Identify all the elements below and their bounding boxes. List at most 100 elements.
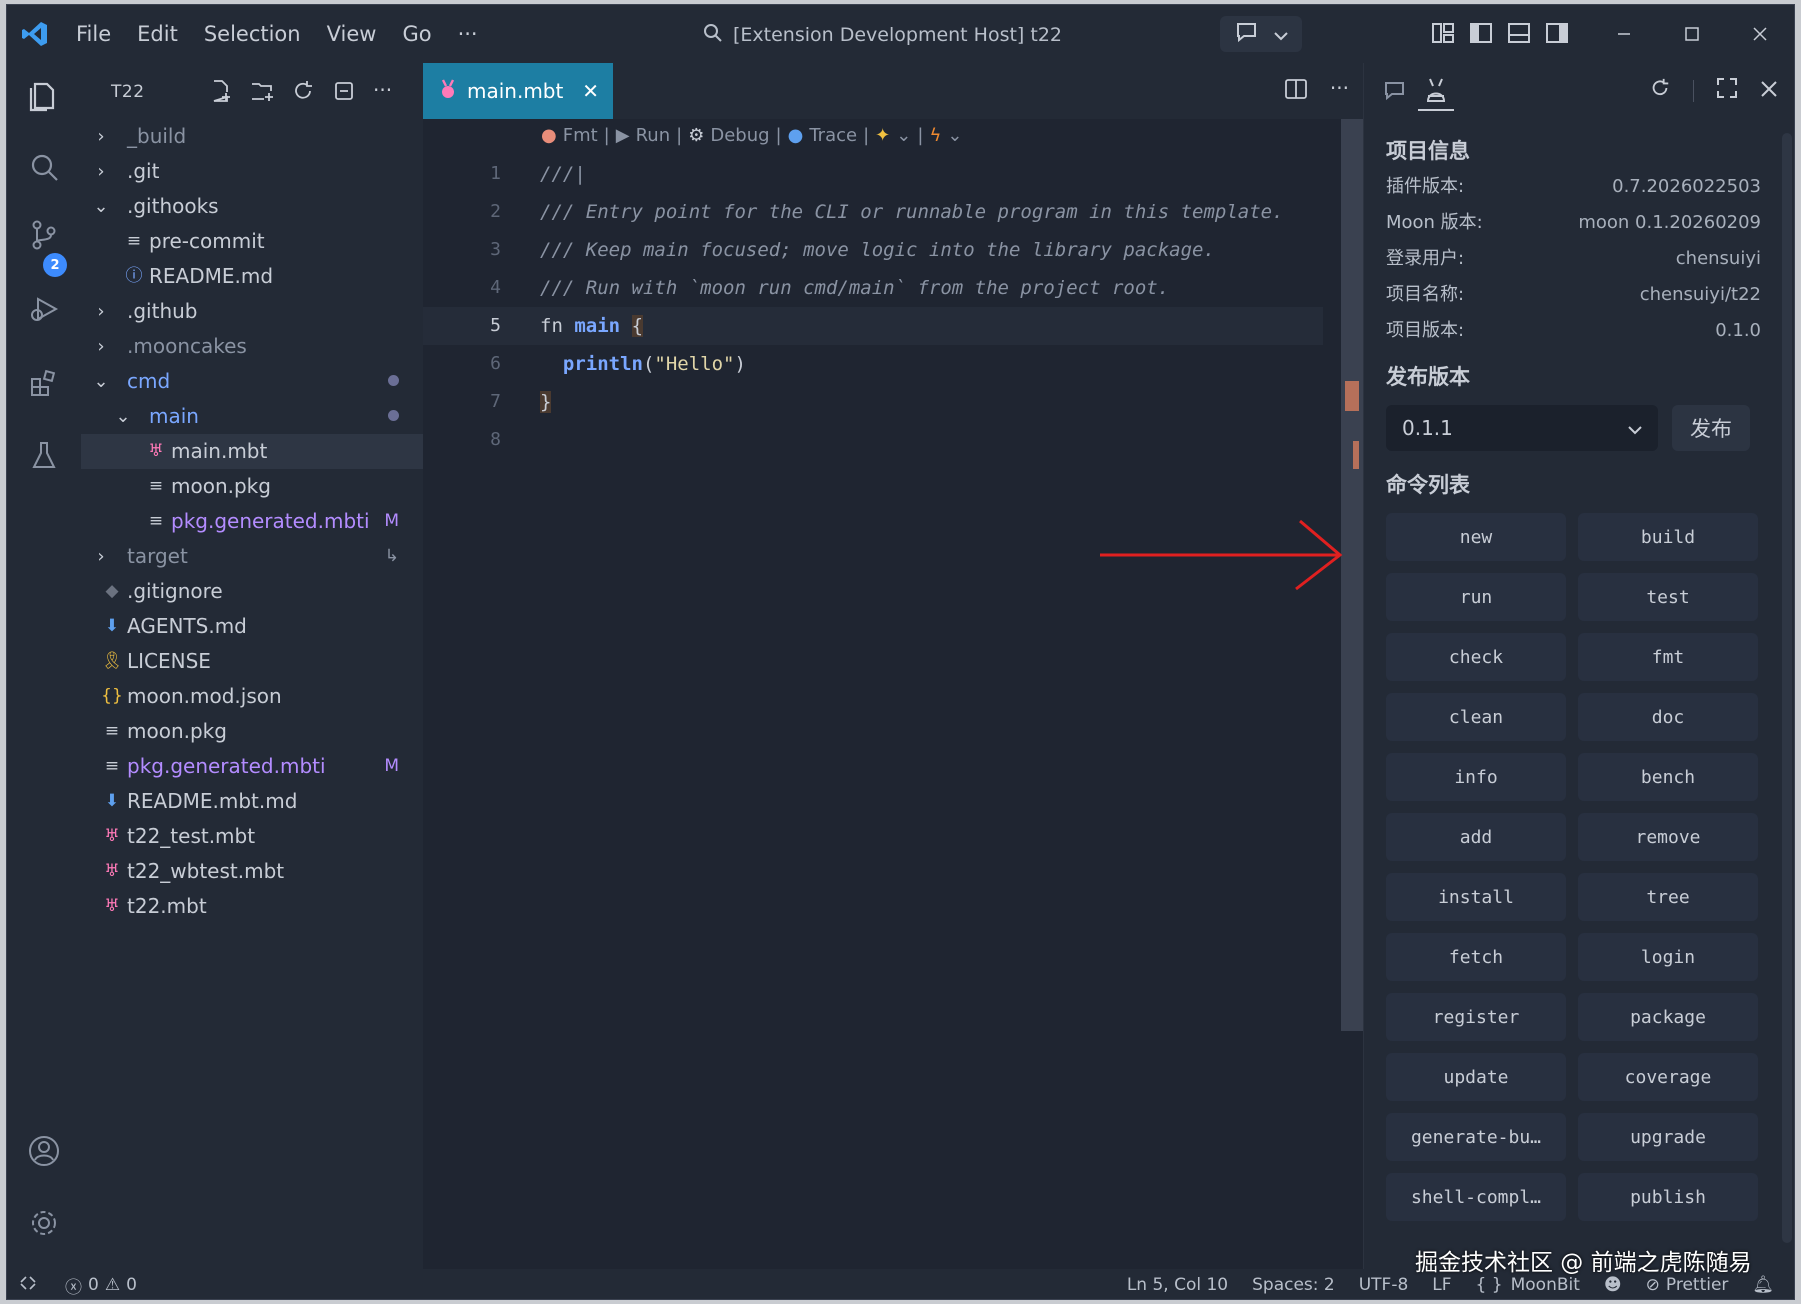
command-button[interactable]: package xyxy=(1578,993,1758,1041)
tree-folder[interactable]: › .git xyxy=(81,154,423,189)
command-button[interactable]: run xyxy=(1386,573,1566,621)
publish-button[interactable]: 发布 xyxy=(1672,405,1750,451)
command-button[interactable]: build xyxy=(1578,513,1758,561)
tree-file[interactable]: ≡ pkg.generated.mbti M xyxy=(81,504,423,539)
command-button[interactable]: doc xyxy=(1578,693,1758,741)
menu-item[interactable]: Selection xyxy=(191,5,314,63)
notifications-bell-icon[interactable]: 🔔︎ xyxy=(1752,1275,1774,1295)
indentation[interactable]: Spaces: 2 xyxy=(1252,1275,1335,1295)
minimize-button[interactable] xyxy=(1590,5,1658,63)
command-button[interactable]: new xyxy=(1386,513,1566,561)
tree-folder[interactable]: ⌄ .githooks xyxy=(81,189,423,224)
menu-item[interactable]: ··· xyxy=(445,5,491,63)
command-button[interactable]: register xyxy=(1386,993,1566,1041)
tree-file[interactable]: ≡ moon.pkg xyxy=(81,469,423,504)
menu-item[interactable]: View xyxy=(314,5,390,63)
command-button[interactable]: shell-compl… xyxy=(1386,1173,1566,1221)
language-mode[interactable]: { } MoonBit xyxy=(1476,1275,1580,1295)
cursor-position[interactable]: Ln 5, Col 10 xyxy=(1127,1275,1228,1295)
command-button[interactable]: clean xyxy=(1386,693,1566,741)
command-button[interactable]: upgrade xyxy=(1578,1113,1758,1161)
command-button[interactable]: install xyxy=(1386,873,1566,921)
maximize-button[interactable] xyxy=(1658,5,1726,63)
customize-layout-icon[interactable] xyxy=(1431,21,1455,50)
command-button[interactable]: bench xyxy=(1578,753,1758,801)
tab-main-mbt[interactable]: main.mbt ✕ xyxy=(423,63,613,119)
command-button[interactable]: tree xyxy=(1578,873,1758,921)
menu-item[interactable]: Go xyxy=(389,5,444,63)
collapse-all-icon[interactable] xyxy=(332,79,356,108)
remote-icon[interactable] xyxy=(19,1274,37,1297)
command-button[interactable]: fetch xyxy=(1386,933,1566,981)
chat-toggle-button[interactable] xyxy=(1220,16,1302,52)
code-view[interactable]: 1 ///| 2 /// Entry point for the CLI or run… xyxy=(423,155,1323,459)
encoding[interactable]: UTF-8 xyxy=(1359,1275,1409,1295)
command-button[interactable]: generate-bu… xyxy=(1386,1113,1566,1161)
more-actions-icon[interactable]: ··· xyxy=(373,79,392,108)
tree-folder[interactable]: › target ↳ xyxy=(81,539,423,574)
split-editor-icon[interactable] xyxy=(1284,77,1308,106)
command-button[interactable]: publish xyxy=(1578,1173,1758,1221)
tree-folder[interactable]: ⌄ main xyxy=(81,399,423,434)
codelens-trace[interactable]: Trace xyxy=(809,125,857,146)
search-icon[interactable] xyxy=(24,147,64,187)
source-control-icon[interactable] xyxy=(24,215,64,255)
tree-file[interactable]: {} moon.mod.json xyxy=(81,679,423,714)
accounts-icon[interactable] xyxy=(24,1131,64,1171)
codelens-run[interactable]: Run xyxy=(636,125,671,146)
tree-folder[interactable]: ⌄ cmd xyxy=(81,364,423,399)
command-button[interactable]: fmt xyxy=(1578,633,1758,681)
toggle-secondary-sidebar-icon[interactable] xyxy=(1545,21,1569,50)
command-button[interactable]: check xyxy=(1386,633,1566,681)
close-tab-icon[interactable]: ✕ xyxy=(582,79,599,103)
tree-file[interactable]: ⓘ README.md xyxy=(81,259,423,294)
tree-file[interactable]: ♅ t22_wbtest.mbt xyxy=(81,854,423,889)
refresh-icon[interactable] xyxy=(291,79,315,108)
command-center[interactable]: [Extension Development Host] t22 xyxy=(703,19,1062,51)
editor-more-icon[interactable]: ··· xyxy=(1330,77,1349,106)
moonbit-tool-icon[interactable] xyxy=(1418,71,1454,111)
settings-gear-icon[interactable] xyxy=(24,1203,64,1243)
new-folder-icon[interactable] xyxy=(250,79,274,108)
lightning-icon[interactable]: ϟ xyxy=(929,125,941,146)
testing-flask-icon[interactable] xyxy=(24,435,64,475)
close-window-button[interactable] xyxy=(1726,5,1794,63)
close-panel-icon[interactable] xyxy=(1760,79,1778,103)
problems-indicator[interactable]: ⓧ 0 ⚠ 0 xyxy=(65,1273,137,1298)
tree-file[interactable]: ≡ pkg.generated.mbti M xyxy=(81,749,423,784)
version-select[interactable]: 0.1.1 xyxy=(1386,405,1658,451)
panel-scrollbar[interactable] xyxy=(1782,133,1792,1243)
copilot-icon[interactable]: ☻ xyxy=(1604,1275,1622,1295)
refresh-icon[interactable] xyxy=(1649,77,1671,104)
tree-folder[interactable]: › .github xyxy=(81,294,423,329)
codelens-debug[interactable]: Debug xyxy=(710,125,769,146)
tree-file[interactable]: ◆ .gitignore xyxy=(81,574,423,609)
tree-file[interactable]: ⬇ README.mbt.md xyxy=(81,784,423,819)
toggle-panel-icon[interactable] xyxy=(1507,21,1531,50)
toggle-primary-sidebar-icon[interactable] xyxy=(1469,21,1493,50)
new-file-icon[interactable] xyxy=(209,79,233,108)
tree-folder[interactable]: › .mooncakes xyxy=(81,329,423,364)
tree-file[interactable]: ♅ t22.mbt xyxy=(81,889,423,924)
maximize-panel-icon[interactable] xyxy=(1716,77,1738,104)
run-debug-icon[interactable] xyxy=(24,289,64,329)
end-of-line[interactable]: LF xyxy=(1432,1275,1451,1295)
chevron-down-icon[interactable]: ⌄ xyxy=(896,125,911,146)
tree-file[interactable]: ⬇ AGENTS.md xyxy=(81,609,423,644)
codelens-fmt[interactable]: Fmt xyxy=(563,125,598,146)
sparkles-icon[interactable]: ✦ xyxy=(875,125,890,146)
menu-item[interactable]: Edit xyxy=(124,5,191,63)
tree-file[interactable]: 🎗 LICENSE xyxy=(81,644,423,679)
command-button[interactable]: info xyxy=(1386,753,1566,801)
tree-file[interactable]: ♅ main.mbt xyxy=(81,434,423,469)
command-button[interactable]: test xyxy=(1578,573,1758,621)
explorer-icon[interactable] xyxy=(24,75,64,115)
chevron-down-icon[interactable]: ⌄ xyxy=(947,125,962,146)
menu-item[interactable]: File xyxy=(63,5,124,63)
command-button[interactable]: coverage xyxy=(1578,1053,1758,1101)
command-button[interactable]: login xyxy=(1578,933,1758,981)
tree-folder[interactable]: › _build xyxy=(81,119,423,154)
tree-file[interactable]: ≡ pre-commit xyxy=(81,224,423,259)
formatter-status[interactable]: ⊘ Prettier xyxy=(1646,1275,1729,1295)
extensions-icon[interactable] xyxy=(24,363,64,403)
